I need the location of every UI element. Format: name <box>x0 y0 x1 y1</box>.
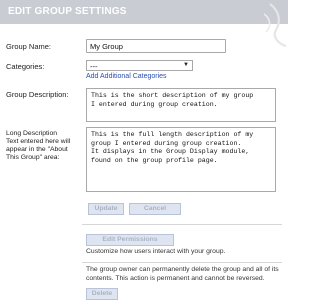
chevron-down-icon: ▼ <box>183 62 189 68</box>
divider <box>82 262 282 263</box>
divider <box>82 224 282 225</box>
group-description-label: Group Description: <box>6 90 69 99</box>
long-description-textarea[interactable]: This is the full length description of m… <box>86 127 276 192</box>
group-description-textarea[interactable]: This is the short description of my grou… <box>86 88 276 122</box>
cancel-button[interactable]: Cancel <box>129 203 181 215</box>
categories-label: Categories: <box>6 62 45 71</box>
add-categories-link[interactable]: Add Additional Categories <box>86 73 167 80</box>
delete-button[interactable]: Delete <box>86 288 118 300</box>
edit-permissions-button[interactable]: Edit Permissions <box>86 234 174 246</box>
categories-select[interactable]: --- ▼ <box>86 60 193 71</box>
decorative-swirl-icon <box>263 3 287 48</box>
delete-note: The group owner can permanently delete t… <box>86 266 279 282</box>
group-name-input[interactable]: My Group <box>86 39 226 53</box>
page-header: EDIT GROUP SETTINGS <box>0 0 288 24</box>
long-description-label: Long Description Text entered here will … <box>6 130 71 161</box>
update-button[interactable]: Update <box>88 203 124 215</box>
permissions-note: Customize how users interact with your g… <box>86 248 226 255</box>
page-title: EDIT GROUP SETTINGS <box>8 6 127 17</box>
categories-selected-value: --- <box>90 62 98 71</box>
group-name-label: Group Name: <box>6 42 52 51</box>
